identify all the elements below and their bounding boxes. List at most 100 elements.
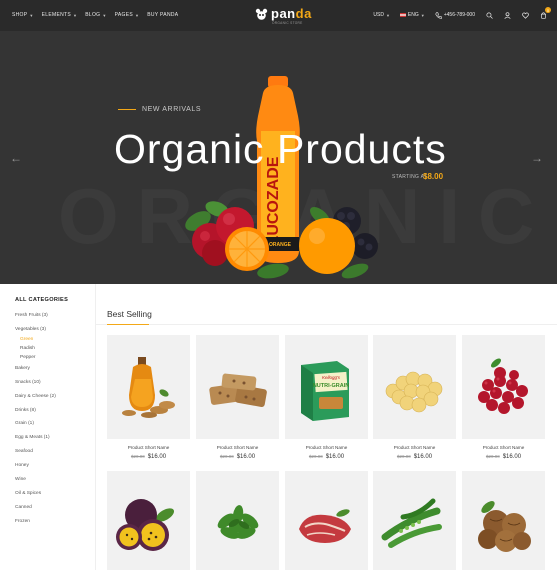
product-card[interactable]: [373, 335, 456, 439]
current-price: $16.00: [147, 454, 167, 460]
product-name[interactable]: Product Short Name: [107, 445, 190, 450]
product-card[interactable]: [107, 471, 190, 570]
old-price: $20.00: [308, 454, 323, 459]
cereal-brand-text: Kellogg's: [322, 375, 341, 380]
cereal-title-text: NUTRI-GRAIN: [313, 383, 349, 389]
category-item[interactable]: Grain (1): [15, 421, 56, 435]
old-price: $20.00: [396, 454, 411, 459]
product-prices: $20.00 $16.00: [196, 454, 279, 460]
product-prices: $20.00 $16.00: [373, 454, 456, 460]
category-list: Fresh Fruits (3) Vegetables (3) Green Ra…: [15, 313, 56, 533]
category-sidebar: ALL CATEGORIES Fresh Fruits (3) Vegetabl…: [0, 284, 96, 570]
nav-label: SHOP: [12, 12, 28, 18]
product-card[interactable]: [285, 471, 368, 570]
product-prices: $20.00 $16.00: [107, 454, 190, 460]
old-price: $20.00: [130, 454, 145, 459]
product-image-walnuts: [478, 501, 531, 552]
product-info: Product Short Name $20.00 $16.00: [285, 445, 368, 460]
product-image-arugula: [217, 505, 259, 539]
old-price: $20.00: [219, 454, 234, 459]
category-item[interactable]: Snacks (10): [15, 380, 56, 394]
logo-text-main: pan: [271, 6, 296, 21]
hero-price: $8.00: [423, 172, 444, 181]
phone-contact[interactable]: +456-789-000: [435, 11, 475, 19]
product-card[interactable]: [462, 471, 545, 570]
category-item[interactable]: Oil & Spices: [15, 491, 56, 505]
category-item[interactable]: Egg & Meats (1): [15, 435, 56, 449]
category-item[interactable]: Frozen: [15, 519, 56, 533]
nav-item-blog[interactable]: BLOG ▼: [85, 12, 106, 18]
current-price: $16.00: [236, 454, 256, 460]
nav-label: PAGES: [114, 12, 133, 18]
eyebrow-line: [118, 109, 136, 110]
cart-icon[interactable]: 0: [539, 7, 551, 19]
product-card[interactable]: [107, 335, 190, 439]
product-card[interactable]: [462, 335, 545, 439]
nav-label: BLOG: [85, 12, 101, 18]
current-price: $16.00: [413, 454, 433, 460]
starting-at-label: STARTING AT: [392, 174, 428, 180]
product-card[interactable]: [196, 335, 279, 439]
current-price: $16.00: [325, 454, 345, 460]
chevron-down-icon: ▼: [385, 12, 390, 18]
flag-icon: [399, 13, 406, 17]
product-name[interactable]: Product Short Name: [462, 445, 545, 450]
currency-selector[interactable]: USD ▼: [373, 12, 390, 18]
slider-prev-arrow-icon[interactable]: ←: [10, 151, 22, 165]
product-card[interactable]: [196, 471, 279, 570]
hero-product-image: LUCOZADE ORANGE: [185, 76, 378, 279]
nav-label: BUY PANDA: [147, 12, 179, 18]
product-image-passion-fruit: [116, 499, 175, 551]
category-item[interactable]: Fresh Fruits (3): [15, 313, 56, 327]
product-image-cereal-box: Kellogg's NUTRI-GRAIN: [301, 361, 349, 421]
category-item[interactable]: Seafood: [15, 449, 56, 463]
chevron-down-icon: ▼: [102, 12, 107, 18]
nav-item-pages[interactable]: PAGES ▼: [115, 12, 140, 18]
product-card[interactable]: [373, 471, 456, 570]
product-card[interactable]: Kellogg's NUTRI-GRAIN: [285, 335, 368, 439]
language-selector[interactable]: ENG ▼: [399, 12, 425, 18]
chevron-down-icon: ▼: [29, 12, 34, 18]
subcategory-item[interactable]: Green: [20, 337, 56, 346]
product-name[interactable]: Product Short Name: [196, 445, 279, 450]
product-name[interactable]: Product Short Name: [373, 445, 456, 450]
product-image-cranberries: [478, 358, 528, 414]
nav-item-shop[interactable]: SHOP ▼: [12, 12, 34, 18]
nav-item-buy-panda[interactable]: BUY PANDA: [147, 12, 178, 18]
product-info: Product Short Name $20.00 $16.00: [107, 445, 190, 460]
subcategory-item[interactable]: Radish: [20, 346, 56, 355]
svg-text:ORANGE: ORANGE: [269, 242, 292, 248]
product-info: Product Short Name $20.00 $16.00: [196, 445, 279, 460]
category-item[interactable]: Canned: [15, 505, 56, 519]
logo-text-accent: da: [295, 6, 312, 21]
hero-slider: ORGANIC NEW ARRIVALS LUCOZADE ORANGE: [0, 31, 557, 284]
section-divider: [96, 324, 557, 325]
product-name[interactable]: Product Short Name: [285, 445, 368, 450]
category-item[interactable]: Drinks (8): [15, 408, 56, 422]
nav-item-elements[interactable]: ELEMENTS ▼: [42, 12, 78, 18]
logo-tagline: ORGANIC STORE: [272, 21, 303, 25]
category-item[interactable]: Honey: [15, 463, 56, 477]
search-icon[interactable]: [485, 11, 493, 19]
header-tools: USD ▼ ENG ▼ +456-789-000 0: [373, 7, 551, 19]
language-label: ENG: [407, 12, 419, 18]
category-item[interactable]: Vegetables (3): [15, 327, 56, 337]
product-prices: $20.00 $16.00: [462, 454, 545, 460]
category-item[interactable]: Wine: [15, 477, 56, 491]
cart-count-badge: 0: [545, 7, 551, 13]
section-title-underline: [107, 324, 149, 325]
heart-icon[interactable]: [521, 11, 529, 19]
category-item[interactable]: Bakery: [15, 366, 56, 380]
slider-next-arrow-icon[interactable]: →: [531, 151, 543, 165]
logo-text: panda: [271, 6, 312, 21]
category-item[interactable]: Dairy & Cheese (2): [15, 394, 56, 408]
subcategory-item[interactable]: Pepper: [20, 355, 56, 366]
user-icon[interactable]: [503, 11, 511, 19]
top-header-bar: SHOP ▼ ELEMENTS ▼ BLOG ▼ PAGES ▼ BUY PANDA p…: [0, 0, 557, 31]
product-image-granola-bars: [209, 373, 267, 407]
categories-heading: ALL CATEGORIES: [15, 297, 69, 303]
main-nav: SHOP ▼ ELEMENTS ▼ BLOG ▼ PAGES ▼ BUY PANDA: [12, 12, 178, 18]
product-info: Product Short Name $20.00 $16.00: [373, 445, 456, 460]
site-logo[interactable]: panda: [255, 6, 312, 21]
phone-icon: [435, 11, 442, 19]
